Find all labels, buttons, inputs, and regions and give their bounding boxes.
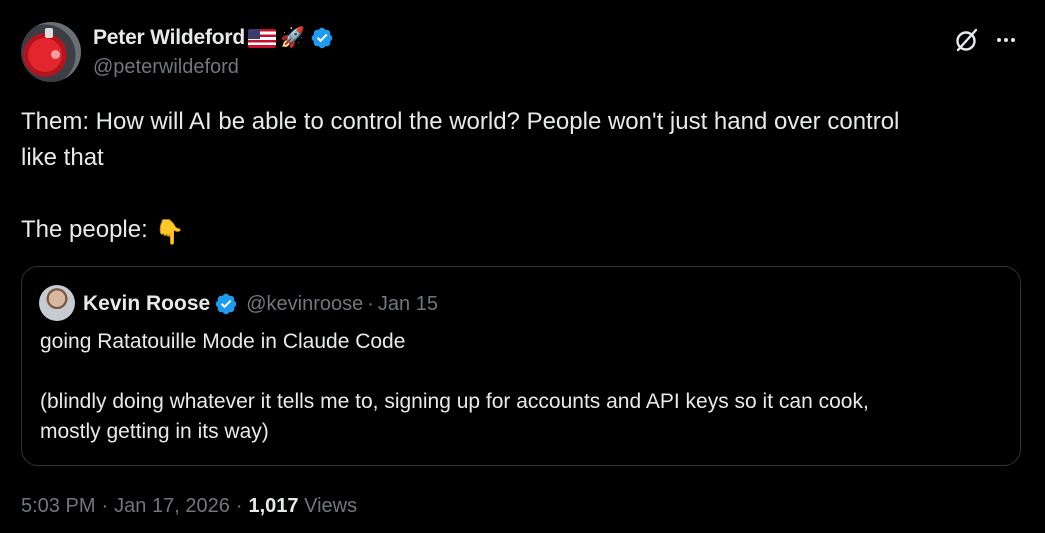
author-name-row: Peter Wildeford 🚀 bbox=[93, 24, 334, 52]
quoted-tweet[interactable]: Kevin Roose @kevinroose · Jan 15 going R… bbox=[21, 266, 1021, 466]
views-count: 1,017 bbox=[248, 494, 299, 517]
ornament-cap bbox=[45, 28, 53, 38]
quoted-author-handle[interactable]: @kevinroose bbox=[246, 293, 363, 316]
author-display-name[interactable]: Peter Wildeford bbox=[93, 26, 245, 50]
separator-dot: · bbox=[235, 494, 243, 517]
ornament-glint bbox=[51, 50, 60, 59]
us-flag-icon bbox=[248, 28, 276, 48]
separator-dot: · bbox=[101, 494, 109, 517]
verified-badge-icon[interactable] bbox=[310, 26, 334, 50]
tweet-text-line: Them: How will AI be able to control the… bbox=[21, 108, 900, 135]
verified-badge-icon[interactable] bbox=[214, 292, 238, 316]
tweet-text: Them: How will AI be able to control the… bbox=[21, 104, 1021, 251]
rocket-icon: 🚀 bbox=[280, 27, 305, 49]
views-label: Views bbox=[304, 494, 358, 517]
quoted-text-gap bbox=[40, 357, 1010, 387]
tweet-time[interactable]: 5:03 PM bbox=[21, 495, 95, 518]
quoted-text-line: going Ratatouille Mode in Claude Code bbox=[40, 330, 406, 353]
tweet-meta: 5:03 PM · Jan 17, 2026 · 1,017 Views bbox=[21, 492, 357, 520]
author-handle[interactable]: @peterwildeford bbox=[93, 56, 239, 79]
quoted-tweet-date[interactable]: Jan 15 bbox=[378, 293, 438, 316]
author-avatar[interactable] bbox=[21, 22, 81, 82]
tweet-date[interactable]: Jan 17, 2026 bbox=[114, 495, 230, 518]
backhand-index-pointing-down-icon: 👇 bbox=[154, 219, 185, 246]
grok-icon[interactable] bbox=[954, 27, 980, 53]
quoted-tweet-text: going Ratatouille Mode in Claude Code (b… bbox=[40, 327, 1010, 447]
tweet-text-line-with-emoji: The people: 👇 bbox=[21, 212, 1021, 251]
tweet-text-line: The people: bbox=[21, 216, 155, 243]
separator-dot: · bbox=[367, 292, 374, 315]
tweet: Peter Wildeford 🚀 @peterwildeford Them: … bbox=[0, 0, 1045, 533]
quoted-text-line: mostly getting in its way) bbox=[40, 420, 269, 443]
more-icon[interactable] bbox=[994, 28, 1018, 52]
quoted-author-display-name[interactable]: Kevin Roose bbox=[83, 292, 210, 316]
tweet-text-line: like that bbox=[21, 144, 104, 171]
quoted-tweet-header: Kevin Roose @kevinroose · Jan 15 bbox=[83, 289, 438, 319]
quoted-author-avatar[interactable] bbox=[39, 285, 75, 321]
tweet-text-line: ​ bbox=[21, 176, 1021, 212]
quoted-text-line: (blindly doing whatever it tells me to, … bbox=[40, 390, 869, 413]
